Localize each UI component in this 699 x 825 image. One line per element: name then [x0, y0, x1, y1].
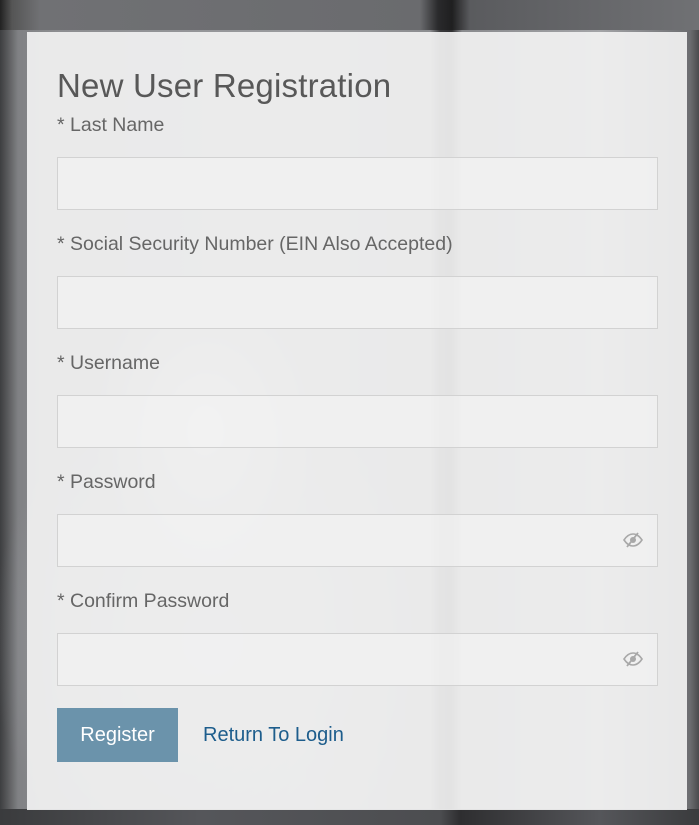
confirm-password-input-box[interactable]: [57, 633, 658, 686]
confirm-password-input[interactable]: [58, 634, 657, 685]
last-name-input[interactable]: [58, 158, 657, 209]
ssn-label: * Social Security Number (EIN Also Accep…: [57, 233, 453, 255]
return-to-login-link[interactable]: Return To Login: [203, 724, 344, 747]
username-label: * Username: [57, 352, 160, 374]
username-input-box[interactable]: [57, 395, 658, 448]
ssn-input-box[interactable]: [57, 276, 658, 329]
password-field: * Password: [57, 470, 658, 567]
last-name-label: * Last Name: [57, 114, 165, 136]
ssn-field: * Social Security Number (EIN Also Accep…: [57, 232, 658, 329]
page-title: New User Registration: [57, 67, 392, 104]
background-bottom: [0, 809, 699, 825]
ssn-input[interactable]: [58, 277, 657, 328]
registration-card: New User Registration * Last Name * Soci…: [27, 32, 687, 810]
username-field: * Username: [57, 351, 658, 448]
eye-slash-icon[interactable]: [623, 532, 643, 548]
last-name-field: * Last Name: [57, 113, 658, 210]
last-name-input-box[interactable]: [57, 157, 658, 210]
background-top: [0, 0, 699, 30]
eye-slash-icon[interactable]: [623, 651, 643, 667]
form-actions: Register Return To Login: [57, 708, 658, 762]
register-button[interactable]: Register: [57, 708, 178, 762]
password-input-box[interactable]: [57, 514, 658, 567]
password-label: * Password: [57, 471, 156, 493]
username-input[interactable]: [58, 396, 657, 447]
confirm-password-field: * Confirm Password: [57, 589, 658, 686]
confirm-password-label: * Confirm Password: [57, 590, 230, 612]
password-input[interactable]: [58, 515, 657, 566]
